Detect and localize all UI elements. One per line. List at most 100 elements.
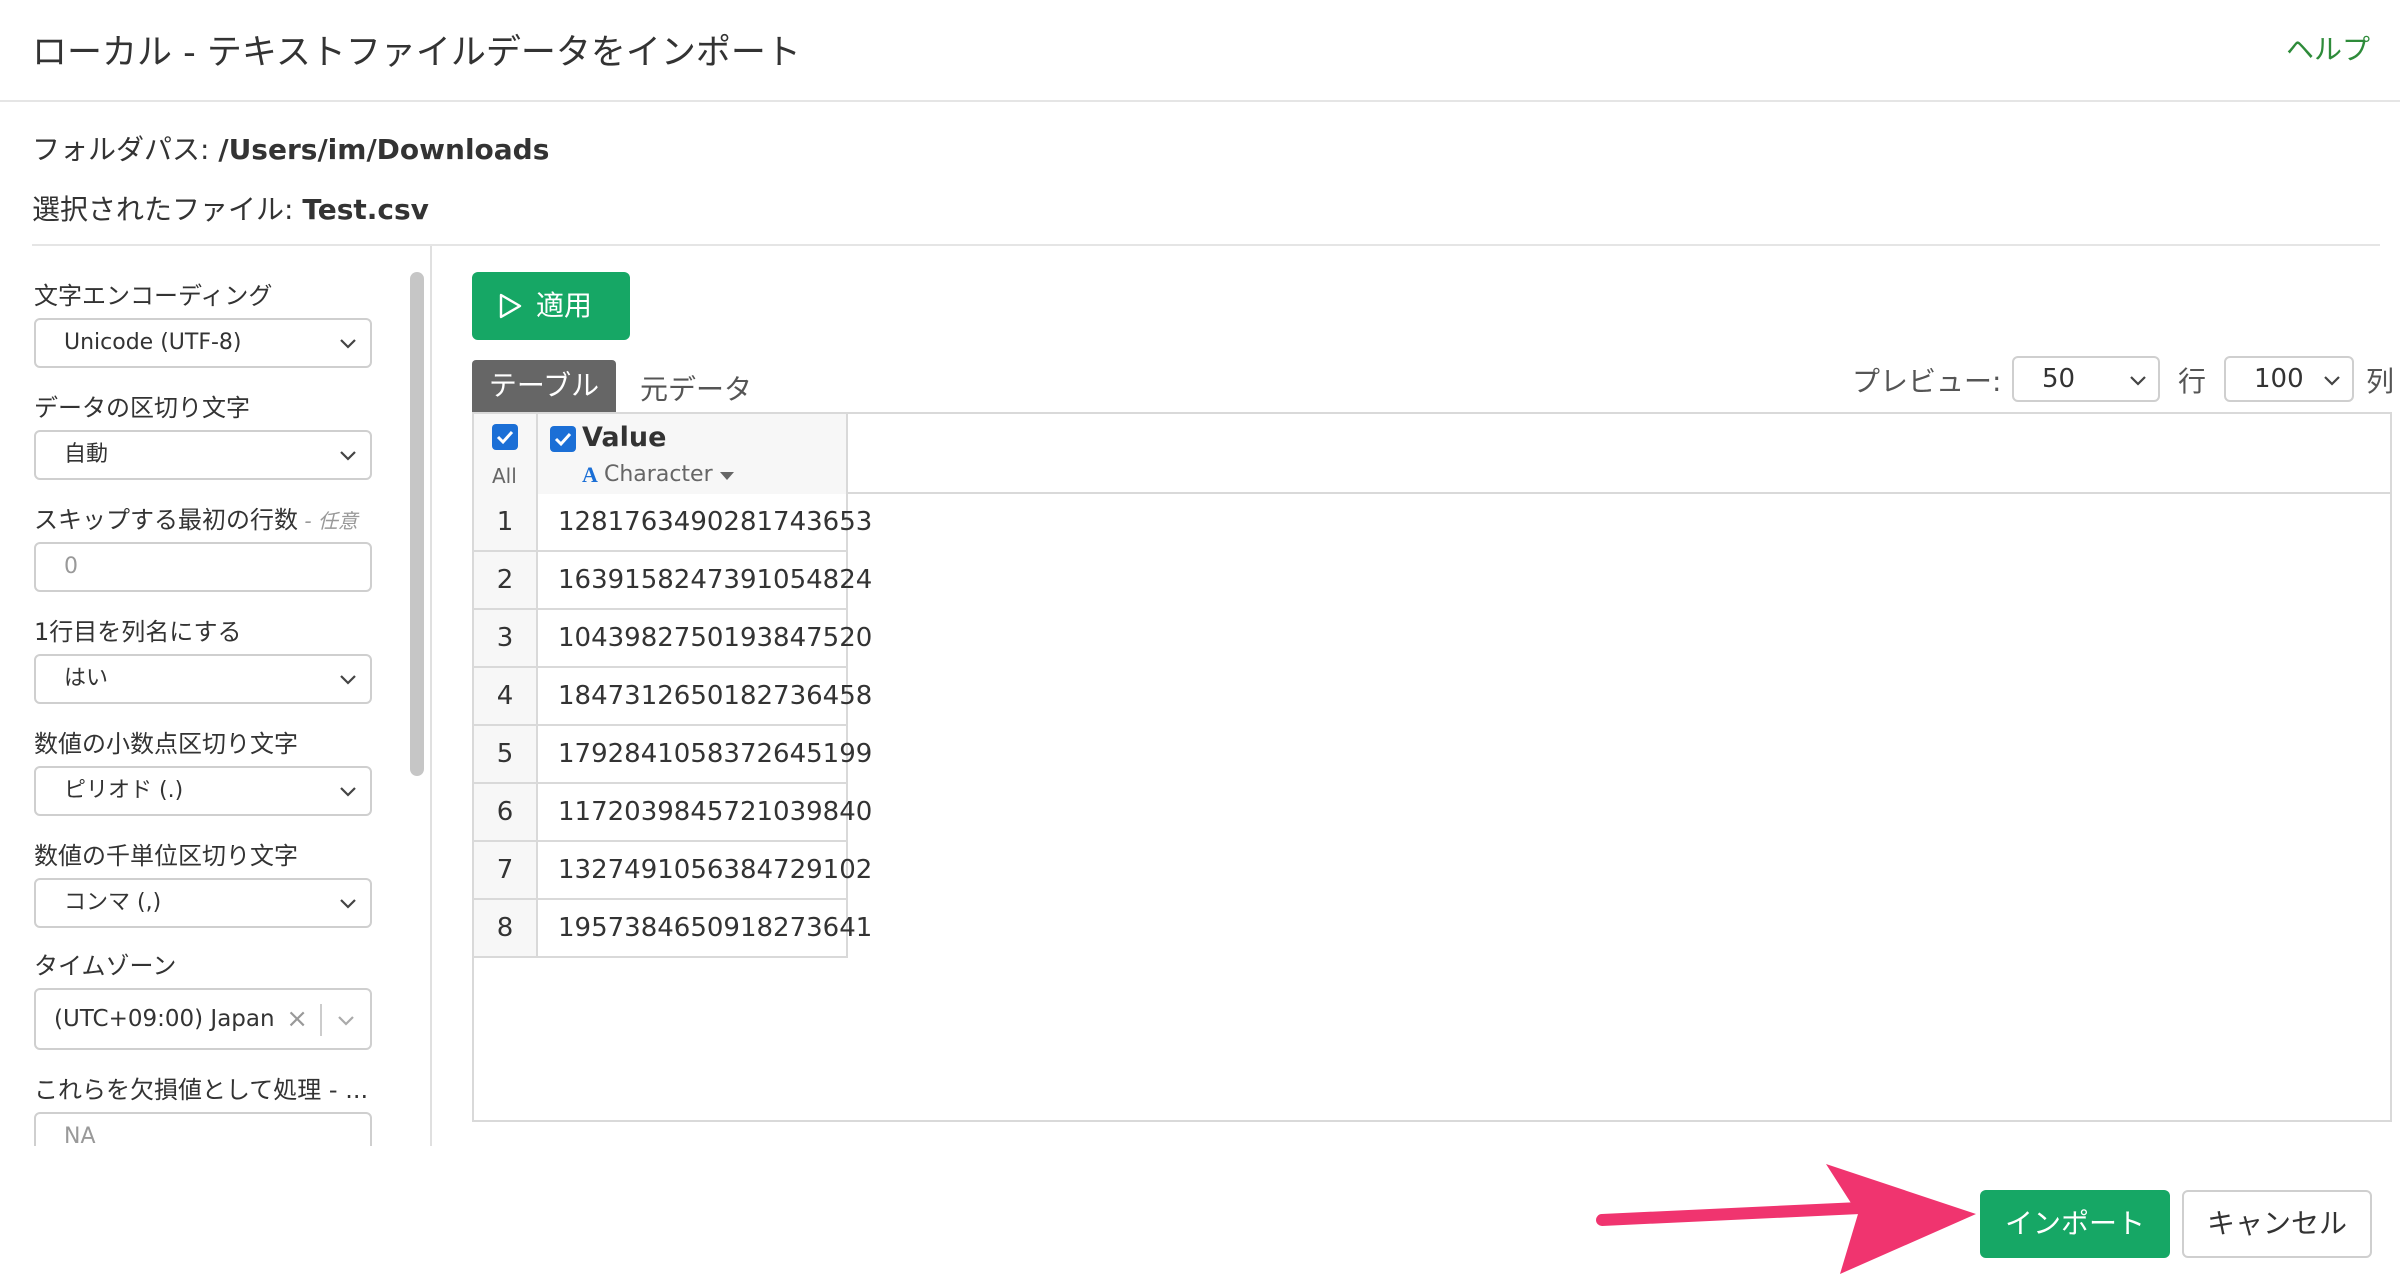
preview-cols-value: 100	[2254, 364, 2304, 394]
row-index: 8	[474, 900, 538, 956]
tab-table[interactable]: テーブル	[472, 360, 616, 412]
optional-tag: - 任意	[298, 509, 358, 533]
row-index: 2	[474, 552, 538, 608]
header-row-select[interactable]: はい	[34, 654, 372, 704]
settings-panel[interactable]: 文字エンコーディング Unicode (UTF-8) データの区切り文字 自動 …	[0, 246, 430, 1146]
cell-value: 1327491056384729102	[538, 842, 872, 898]
column-type[interactable]: Character	[604, 462, 713, 487]
decimal-select[interactable]: ピリオド (.)	[34, 766, 372, 816]
all-label: All	[492, 464, 517, 488]
check-icon	[554, 432, 572, 447]
table-row: 8 1957384650918273641	[474, 900, 872, 958]
chevron-down-icon	[2324, 376, 2340, 386]
skip-rows-label: スキップする最初の行数 - 任意	[34, 500, 358, 535]
select-all-checkbox[interactable]	[492, 424, 518, 450]
play-icon	[499, 293, 522, 319]
cell-value: 1639158247391054824	[538, 552, 872, 608]
table-row: 2 1639158247391054824	[474, 552, 872, 610]
column-checkbox[interactable]	[550, 426, 576, 452]
decimal-label: 数値の小数点区切り文字	[34, 730, 298, 758]
encoding-select[interactable]: Unicode (UTF-8)	[34, 318, 372, 368]
character-type-icon: A	[582, 462, 598, 487]
cell-value: 1172039845721039840	[538, 784, 872, 840]
timezone-select[interactable]: (UTC+09:00) Japan ×	[34, 988, 372, 1050]
delimiter-value: 自動	[64, 442, 109, 467]
selected-file: 選択されたファイル: Test.csv	[32, 188, 429, 228]
select-all-column: All	[474, 414, 538, 494]
delimiter-label: データの区切り文字	[34, 394, 250, 422]
dialog-title: ローカル - テキストファイルデータをインポート	[32, 33, 801, 73]
cell-value: 1281763490281743653	[538, 494, 872, 550]
header-row-value: はい	[64, 666, 109, 691]
selected-file-label: 選択されたファイル:	[32, 193, 303, 226]
separator	[320, 1004, 322, 1036]
skip-rows-input[interactable]: 0	[34, 542, 372, 592]
row-index: 6	[474, 784, 538, 840]
check-icon	[496, 430, 514, 445]
grid-header: All Value A Character	[474, 414, 2390, 494]
na-values-placeholder: NA	[64, 1124, 96, 1146]
thousands-select[interactable]: コンマ (,)	[34, 878, 372, 928]
encoding-value: Unicode (UTF-8)	[64, 330, 242, 355]
chevron-down-icon	[340, 787, 356, 797]
preview-label: プレビュー:	[1852, 365, 2002, 398]
header-row-label: 1行目を列名にする	[34, 618, 242, 646]
preview-cols-select[interactable]: 100	[2224, 356, 2354, 402]
encoding-label: 文字エンコーディング	[34, 282, 273, 310]
cell-value: 1847312650182736458	[538, 668, 872, 724]
row-index: 5	[474, 726, 538, 782]
decimal-value: ピリオド (.)	[64, 778, 184, 803]
rows-unit: 行	[2178, 365, 2207, 398]
preview-rows-value: 50	[2042, 364, 2076, 394]
preview-rows-select[interactable]: 50	[2012, 356, 2160, 402]
help-link[interactable]: ヘルプ	[2286, 28, 2370, 68]
column-name: Value	[582, 422, 667, 453]
column-header-value[interactable]: Value A Character	[538, 414, 848, 494]
dialog-header: ローカル - テキストファイルデータをインポート ヘルプ	[0, 0, 2400, 102]
selected-file-value: Test.csv	[302, 193, 429, 226]
chevron-down-icon	[340, 675, 356, 685]
apply-label: 適用	[536, 289, 593, 322]
clear-icon[interactable]: ×	[286, 990, 308, 1048]
folder-path-value: /Users/im/Downloads	[218, 133, 550, 166]
row-index: 3	[474, 610, 538, 666]
cols-unit: 列	[2366, 365, 2395, 398]
skip-rows-placeholder: 0	[64, 554, 78, 579]
timezone-value: (UTC+09:00) Japan	[54, 1006, 275, 1032]
na-values-input[interactable]: NA	[34, 1112, 372, 1146]
table-row: 4 1847312650182736458	[474, 668, 872, 726]
data-preview-grid[interactable]: All Value A Character 1 12817634902817436…	[472, 412, 2392, 1122]
table-row: 3 1043982750193847520	[474, 610, 872, 668]
panel-separator	[430, 246, 432, 1146]
arrow-annotation-icon	[1596, 1164, 1976, 1274]
folder-path-label: フォルダパス:	[32, 133, 219, 166]
chevron-down-icon	[2130, 376, 2146, 386]
caret-down-icon[interactable]	[720, 472, 734, 480]
chevron-down-icon[interactable]	[334, 1008, 358, 1032]
timezone-label: タイムゾーン	[34, 952, 177, 980]
cell-value: 1043982750193847520	[538, 610, 872, 666]
na-values-label: これらを欠損値として処理 - ...	[34, 1076, 369, 1104]
chevron-down-icon	[340, 899, 356, 909]
tab-raw-data[interactable]: 元データ	[640, 368, 752, 408]
table-row: 1 1281763490281743653	[474, 494, 872, 552]
row-index: 7	[474, 842, 538, 898]
chevron-down-icon	[340, 339, 356, 349]
row-index: 4	[474, 668, 538, 724]
cell-value: 1957384650918273641	[538, 900, 872, 956]
chevron-down-icon	[340, 451, 356, 461]
cancel-button[interactable]: キャンセル	[2182, 1190, 2372, 1258]
cell-value: 1792841058372645199	[538, 726, 872, 782]
table-row: 7 1327491056384729102	[474, 842, 872, 900]
scrollbar-thumb[interactable]	[410, 272, 424, 776]
apply-button[interactable]: 適用	[472, 272, 630, 340]
skip-rows-label-text: スキップする最初の行数	[34, 506, 298, 534]
table-row: 5 1792841058372645199	[474, 726, 872, 784]
table-row: 6 1172039845721039840	[474, 784, 872, 842]
folder-path: フォルダパス: /Users/im/Downloads	[32, 128, 549, 168]
row-index: 1	[474, 494, 538, 550]
thousands-value: コンマ (,)	[64, 890, 162, 915]
delimiter-select[interactable]: 自動	[34, 430, 372, 480]
thousands-label: 数値の千単位区切り文字	[34, 842, 298, 870]
import-button[interactable]: インポート	[1980, 1190, 2170, 1258]
